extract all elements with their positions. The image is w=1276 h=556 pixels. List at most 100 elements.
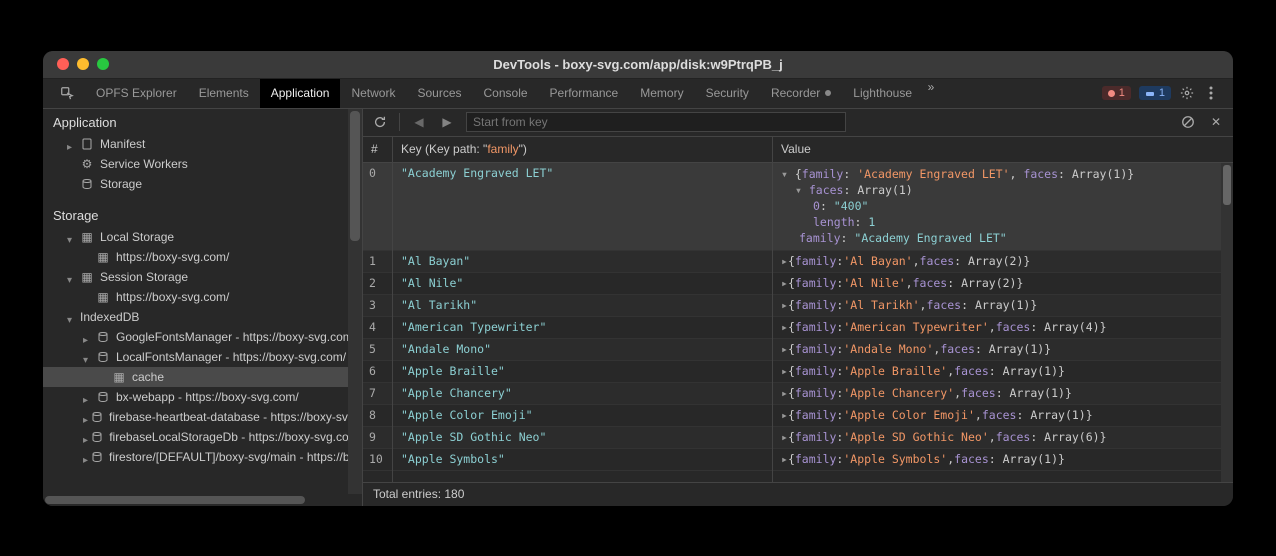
sidebar-item-service-workers[interactable]: ⚙Service Workers: [43, 154, 362, 174]
delete-selected-button[interactable]: ✕: [1207, 113, 1225, 131]
origin-icon: ▦: [96, 290, 110, 304]
tab-security[interactable]: Security: [695, 79, 760, 108]
sidebar-item-manifest[interactable]: Manifest: [43, 134, 362, 154]
table-row-index[interactable]: 2: [363, 273, 392, 295]
sidebar-horizontal-scrollbar[interactable]: [43, 494, 362, 506]
page-next-button[interactable]: ▶: [438, 113, 456, 131]
table-row-value[interactable]: ▸ {family: 'Andale Mono', faces: Array(1…: [773, 339, 1233, 361]
scrollbar-thumb[interactable]: [350, 111, 360, 241]
table-row-key[interactable]: "Apple Chancery": [393, 383, 772, 405]
total-entries-label: Total entries: 180: [373, 487, 464, 501]
table-row-index[interactable]: 6: [363, 361, 392, 383]
tab-performance[interactable]: Performance: [539, 79, 630, 108]
table-row-value[interactable]: ▸ {family: 'Apple Symbols', faces: Array…: [773, 449, 1233, 471]
table-row-key[interactable]: "Apple SD Gothic Neo": [393, 427, 772, 449]
table-row-value[interactable]: ▸ {family: 'Al Nile', faces: Array(2)}: [773, 273, 1233, 295]
table-row-key[interactable]: "Andale Mono": [393, 339, 772, 361]
error-count-badge[interactable]: 1: [1102, 86, 1131, 100]
table-row-value[interactable]: ▾ {family: 'Academy Engraved LET', faces…: [773, 163, 1233, 251]
table-row-value[interactable]: ▸ {family: 'Apple SD Gothic Neo', faces:…: [773, 427, 1233, 449]
tab-lighthouse[interactable]: Lighthouse: [842, 79, 923, 108]
db-icon: [91, 410, 103, 424]
tab-opfs-explorer[interactable]: OPFS Explorer: [85, 79, 188, 108]
clear-objectstore-button[interactable]: [1179, 113, 1197, 131]
table-row-value[interactable]: ▸ {family: 'Apple Braille', faces: Array…: [773, 361, 1233, 383]
sidebar-item-session-storage-origin[interactable]: ▦https://boxy-svg.com/: [43, 287, 362, 307]
settings-button[interactable]: [1179, 85, 1195, 101]
sidebar-item-session-storage[interactable]: ▦Session Storage: [43, 267, 362, 287]
table-row-index[interactable]: 7: [363, 383, 392, 405]
column-header-key[interactable]: Key (Key path: "family"): [393, 137, 772, 163]
table-row-key[interactable]: "Al Tarikh": [393, 295, 772, 317]
table-row-key[interactable]: "Al Bayan": [393, 251, 772, 273]
table-row-index[interactable]: 9: [363, 427, 392, 449]
db-icon: [96, 330, 110, 344]
tab-memory[interactable]: Memory: [629, 79, 694, 108]
expand-icon: [83, 332, 93, 342]
table-row-key[interactable]: "American Typewriter": [393, 317, 772, 339]
expand-icon: [67, 232, 77, 242]
tab-elements[interactable]: Elements: [188, 79, 260, 108]
tab-sources[interactable]: Sources: [406, 79, 472, 108]
db-icon: [96, 390, 110, 404]
start-key-input[interactable]: [466, 112, 846, 132]
table-row-value[interactable]: ▸ {family: 'Al Bayan', faces: Array(2)}: [773, 251, 1233, 273]
table-row-key[interactable]: "Academy Engraved LET": [393, 163, 772, 251]
expand-icon: [83, 452, 88, 462]
sidebar-item-db-firestore[interactable]: firestore/[DEFAULT]/boxy-svg/main - http…: [43, 447, 362, 467]
recorder-indicator-icon: [825, 90, 831, 96]
table-row-index[interactable]: 1: [363, 251, 392, 273]
idb-data-grid: # 012345678910 Key (Key path: "family") …: [363, 137, 1233, 482]
grid-scrollbar[interactable]: [1221, 163, 1233, 482]
more-tabs-button[interactable]: »: [923, 79, 939, 95]
sidebar-item-db-bx-webapp[interactable]: bx-webapp - https://boxy-svg.com/: [43, 387, 362, 407]
sidebar-item-storage[interactable]: Storage: [43, 174, 362, 194]
objectstore-icon: ▦: [112, 370, 126, 384]
sidebar-item-db-google-fonts-manager[interactable]: GoogleFontsManager - https://boxy-svg.co…: [43, 327, 362, 347]
tab-network[interactable]: Network: [340, 79, 406, 108]
tab-application[interactable]: Application: [260, 79, 341, 108]
table-row-key[interactable]: "Apple Symbols": [393, 449, 772, 471]
table-row-index[interactable]: 3: [363, 295, 392, 317]
table-row-key[interactable]: "Al Nile": [393, 273, 772, 295]
titlebar: DevTools - boxy-svg.com/app/disk:w9PtrqP…: [43, 51, 1233, 79]
table-row-index[interactable]: 0: [363, 163, 392, 251]
table-row-index[interactable]: 8: [363, 405, 392, 427]
more-options-button[interactable]: [1203, 85, 1219, 101]
table-row-index[interactable]: 10: [363, 449, 392, 471]
table-row-value[interactable]: ▸ {family: 'Apple Chancery', faces: Arra…: [773, 383, 1233, 405]
sidebar-item-indexeddb[interactable]: IndexedDB: [43, 307, 362, 327]
sidebar-item-local-storage[interactable]: ▦Local Storage: [43, 227, 362, 247]
gear-icon: ⚙: [80, 157, 94, 171]
sidebar-item-objectstore-cache[interactable]: ▦cache: [43, 367, 362, 387]
table-row-index[interactable]: 5: [363, 339, 392, 361]
table-row-value[interactable]: ▸ {family: 'Apple Color Emoji', faces: A…: [773, 405, 1233, 427]
scrollbar-thumb[interactable]: [1223, 165, 1231, 205]
info-count-badge[interactable]: 1: [1139, 86, 1171, 100]
sidebar-item-db-local-fonts-manager[interactable]: LocalFontsManager - https://boxy-svg.com…: [43, 347, 362, 367]
reload-button[interactable]: [371, 113, 389, 131]
document-icon: [80, 137, 94, 151]
sidebar-item-db-firebase-heartbeat[interactable]: firebase-heartbeat-database - https://bo…: [43, 407, 362, 427]
tab-recorder[interactable]: Recorder: [760, 79, 842, 108]
table-row-value[interactable]: ▸ {family: 'American Typewriter', faces:…: [773, 317, 1233, 339]
expand-icon: [83, 432, 88, 442]
application-sidebar: Application Manifest ⚙Service Workers St…: [43, 109, 363, 506]
table-row-key[interactable]: "Apple Braille": [393, 361, 772, 383]
db-icon: [96, 350, 110, 364]
column-header-index[interactable]: #: [363, 137, 392, 163]
expand-icon: [67, 139, 77, 149]
devtools-window: DevTools - boxy-svg.com/app/disk:w9PtrqP…: [43, 51, 1233, 506]
devtools-tab-bar: OPFS Explorer Elements Application Netwo…: [43, 79, 1233, 109]
sidebar-scrollbar[interactable]: [348, 109, 362, 494]
inspect-element-button[interactable]: [49, 79, 85, 108]
table-row-key[interactable]: "Apple Color Emoji": [393, 405, 772, 427]
table-row-value[interactable]: ▸ {family: 'Al Tarikh', faces: Array(1)}: [773, 295, 1233, 317]
column-header-value[interactable]: Value: [773, 137, 1233, 163]
tab-console[interactable]: Console: [473, 79, 539, 108]
page-prev-button[interactable]: ◀: [410, 113, 428, 131]
sidebar-item-local-storage-origin[interactable]: ▦https://boxy-svg.com/: [43, 247, 362, 267]
scrollbar-thumb[interactable]: [45, 496, 305, 504]
table-row-index[interactable]: 4: [363, 317, 392, 339]
sidebar-item-db-firebase-localstorage[interactable]: firebaseLocalStorageDb - https://boxy-sv…: [43, 427, 362, 447]
